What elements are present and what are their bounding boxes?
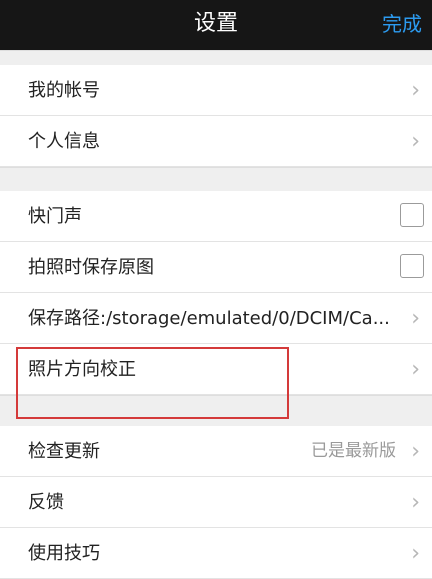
row-label: 使用技巧 <box>28 543 100 564</box>
section-gap <box>0 50 432 66</box>
settings-row-account[interactable]: 我的帐号 › <box>0 65 432 116</box>
row-label: 我的帐号 <box>28 80 100 101</box>
chevron-right-icon: › <box>411 541 420 566</box>
save-original-checkbox[interactable] <box>400 254 424 278</box>
settings-row-save-original[interactable]: 拍照时保存原图 <box>0 242 432 293</box>
row-label: 反馈 <box>28 492 64 513</box>
chevron-right-icon: › <box>411 78 420 103</box>
section-gap <box>0 395 432 427</box>
chevron-right-icon: › <box>411 490 420 515</box>
done-button[interactable]: 完成 <box>382 0 422 50</box>
settings-row-personal-info[interactable]: 个人信息 › <box>0 116 432 167</box>
settings-row-photo-orientation[interactable]: 照片方向校正 › <box>0 344 432 395</box>
chevron-right-icon: › <box>411 439 420 464</box>
settings-row-check-update[interactable]: 检查更新 已是最新版 › <box>0 426 432 477</box>
settings-row-save-path[interactable]: 保存路径:/storage/emulated/0/DCIM/Ca... › <box>0 293 432 344</box>
row-label: 拍照时保存原图 <box>28 257 154 278</box>
shutter-sound-checkbox[interactable] <box>400 203 424 227</box>
row-label: 检查更新 <box>28 441 100 462</box>
row-label: 保存路径:/storage/emulated/0/DCIM/Ca... <box>28 308 390 329</box>
page-title: 设置 <box>193 11 238 36</box>
settings-row-tips[interactable]: 使用技巧 › <box>0 528 432 579</box>
row-label: 个人信息 <box>28 131 100 152</box>
chevron-right-icon: › <box>411 306 420 331</box>
chevron-right-icon: › <box>411 129 420 154</box>
top-bar: 设置 完成 <box>0 0 432 50</box>
settings-row-feedback[interactable]: 反馈 › <box>0 477 432 528</box>
update-status-value: 已是最新版 <box>311 441 396 461</box>
section-gap <box>0 167 432 192</box>
settings-row-shutter-sound[interactable]: 快门声 <box>0 191 432 242</box>
chevron-right-icon: › <box>411 357 420 382</box>
row-label: 快门声 <box>28 206 82 227</box>
row-label: 照片方向校正 <box>28 359 136 380</box>
